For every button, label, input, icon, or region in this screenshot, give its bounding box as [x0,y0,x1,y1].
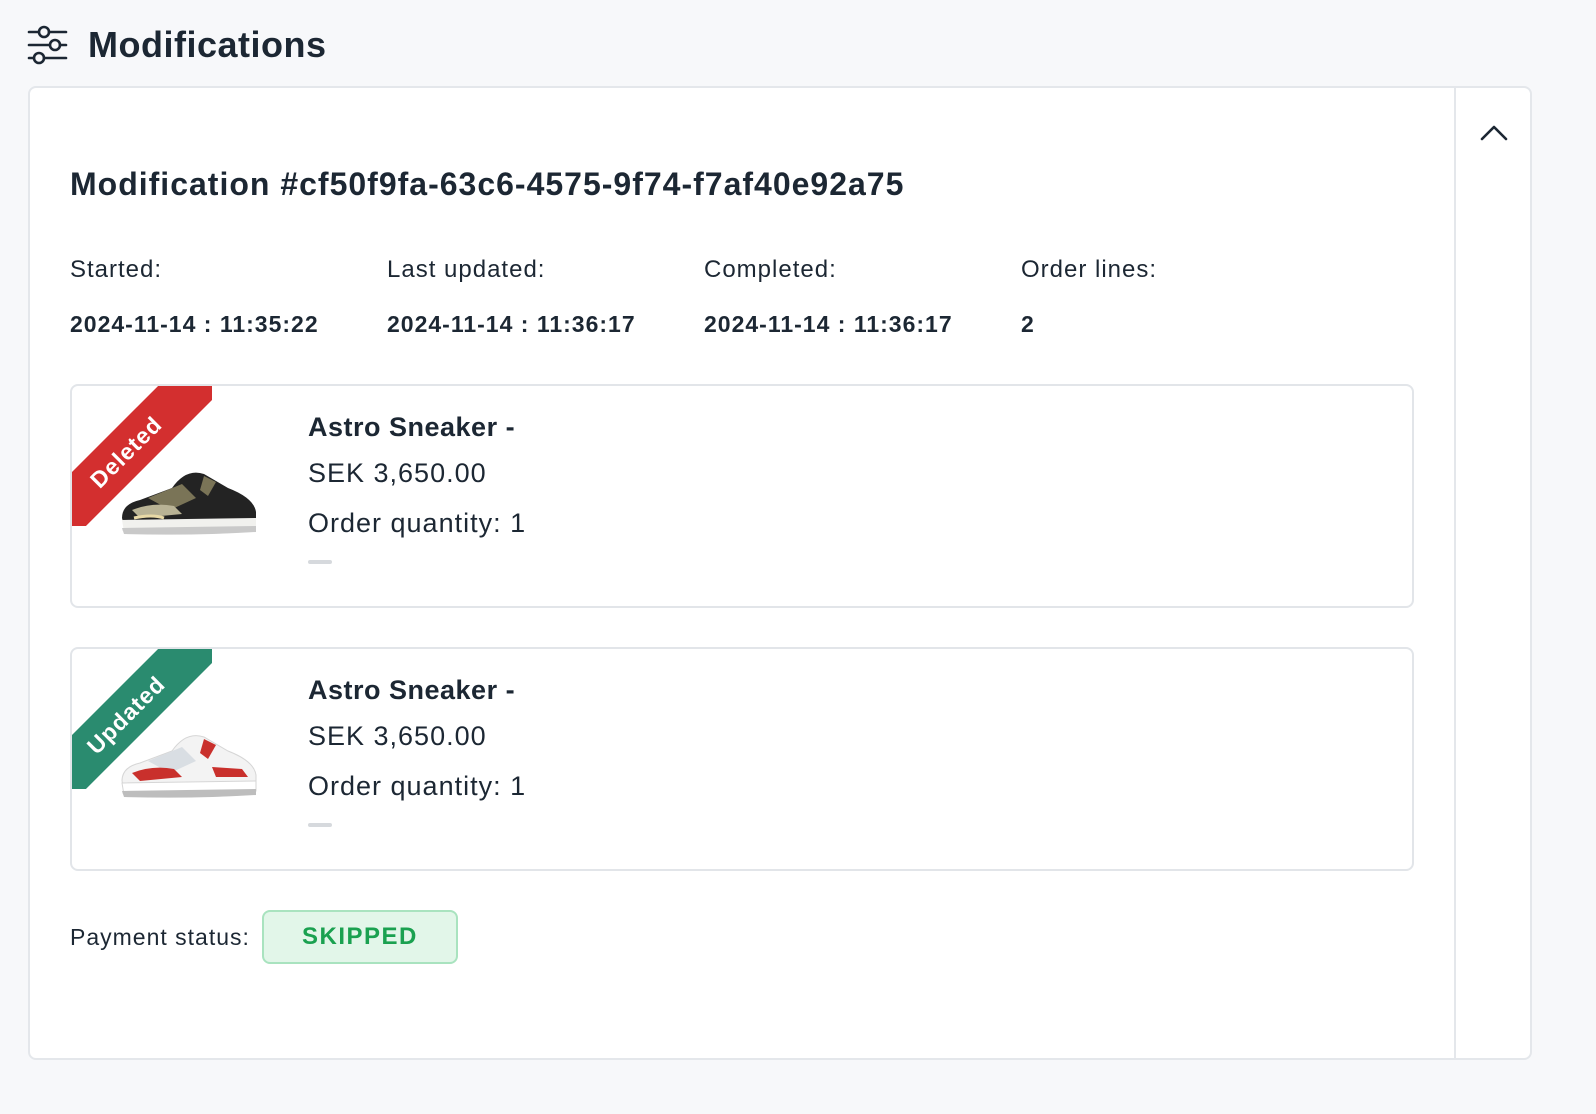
meta-value: 2024-11-14 : 11:36:17 [704,311,953,337]
meta-label: Started: [70,256,163,283]
meta-value: 2024-11-14 : 11:36:17 [387,311,636,337]
meta-label: Order lines: [1021,256,1158,283]
meta-completed: Completed: 2024-11-14 : 11:36:17 [704,256,953,338]
product-name: Astro Sneaker - [308,412,516,442]
meta-value: 2024-11-14 : 11:35:22 [70,311,319,337]
modification-card: Modification #cf50f9fa-63c6-4575-9f74-f7… [28,86,1532,1060]
meta-label: Last updated: [387,256,546,283]
modification-title: Modification #cf50f9fa-63c6-4575-9f74-f7… [70,166,905,202]
product-image [121,735,257,798]
meta-started: Started: 2024-11-14 : 11:35:22 [70,256,319,338]
order-quantity: Order quantity: 1 [308,508,527,538]
product-name: Astro Sneaker - [308,675,516,705]
payment-status-label: Payment status: [70,923,250,950]
collapse-button[interactable] [1456,88,1532,178]
chevron-up-icon [1480,125,1508,141]
placeholder-dash [308,560,332,564]
order-line: Updated Astro Sneaker - SEK 3,650.00 Ord… [70,647,1414,871]
meta-order-lines: Order lines: 2 [1021,256,1157,338]
status-badge: SKIPPED [261,910,458,964]
meta-label: Completed: [704,256,837,283]
sliders-icon [27,25,68,65]
divider [1454,88,1456,1058]
product-image [122,472,256,535]
product-price: SEK 3,650.00 [308,458,487,488]
meta-value: 2 [1021,311,1035,337]
product-price: SEK 3,650.00 [308,721,487,751]
order-quantity: Order quantity: 1 [308,771,527,801]
payment-status: Payment status: SKIPPED [70,910,458,964]
placeholder-dash [308,823,332,827]
order-line: Deleted Astro Sneaker - SEK 3,650.00 Ord… [70,384,1414,608]
meta-last-updated: Last updated: 2024-11-14 : 11:36:17 [387,256,636,338]
section-header: Modifications [26,22,327,68]
section-title: Modifications [88,24,327,65]
